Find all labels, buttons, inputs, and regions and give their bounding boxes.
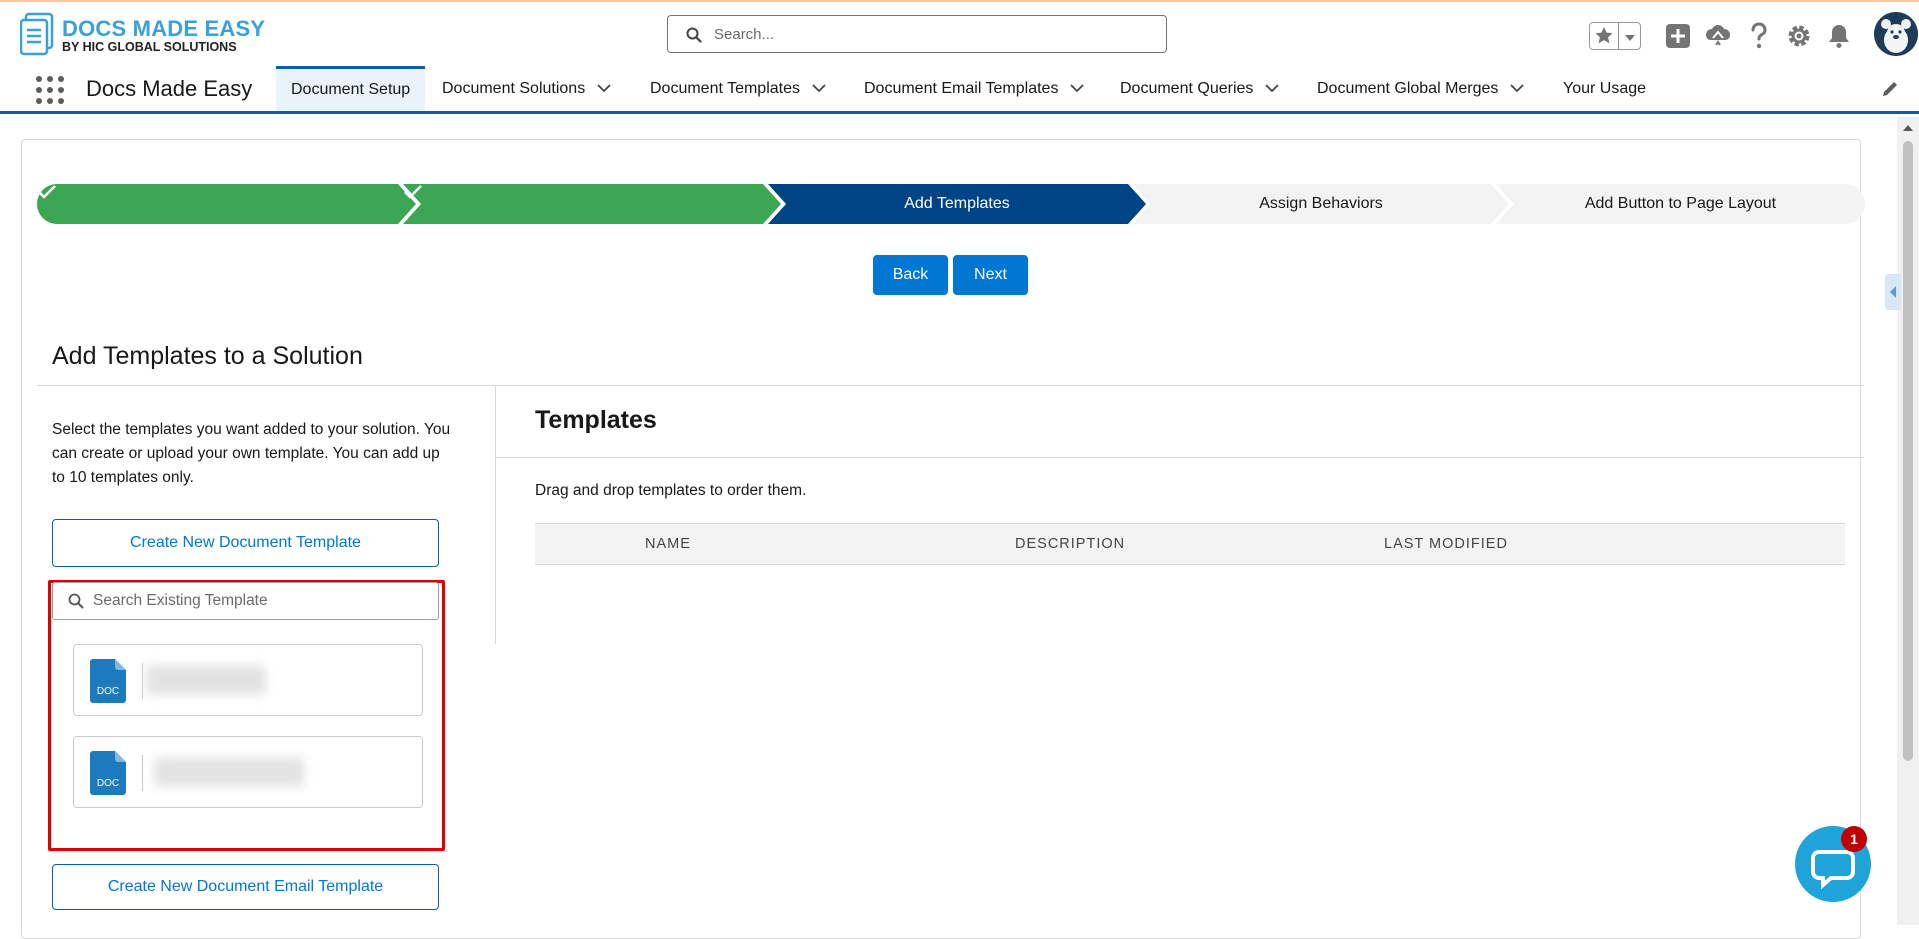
existing-template-item[interactable]: DOC: [73, 644, 423, 716]
templates-table-header: NAME DESCRIPTION LAST MODIFIED: [535, 523, 1845, 565]
tab-your-usage[interactable]: Your Usage: [1563, 66, 1646, 111]
favorites-dropdown-icon[interactable]: [1623, 33, 1637, 43]
chevron-down-icon[interactable]: [597, 84, 611, 93]
path-step-2[interactable]: [403, 184, 781, 224]
existing-template-search-input[interactable]: [93, 590, 423, 612]
tab-label: Your Usage: [1563, 79, 1647, 97]
existing-template-search[interactable]: [52, 582, 439, 620]
path-step-1[interactable]: [37, 184, 417, 224]
path-step-label: Assign Behaviors: [1259, 195, 1383, 212]
tab-document-solutions[interactable]: Document Solutions: [442, 66, 611, 111]
notifications-bell-icon[interactable]: [1825, 22, 1853, 50]
chevron-down-icon[interactable]: [1265, 84, 1280, 93]
global-header: DOCS MADE EASY BY HIC GLOBAL SOLUTIONS: [0, 2, 1919, 66]
tab-label: Document Queries: [1120, 79, 1254, 97]
check-icon: [38, 185, 56, 199]
tab-label: Document Solutions: [442, 79, 586, 97]
next-button[interactable]: Next: [953, 255, 1028, 295]
logo-subtitle: BY HIC GLOBAL SOLUTIONS: [62, 40, 237, 54]
docs-made-easy-logo[interactable]: DOCS MADE EASY BY HIC GLOBAL SOLUTIONS: [20, 12, 265, 58]
edit-nav-pencil-icon[interactable]: [1881, 80, 1899, 98]
setup-gear-icon[interactable]: [1785, 22, 1813, 50]
search-icon: [68, 593, 84, 609]
doc-file-icon: DOC: [90, 751, 126, 795]
column-header-last-modified[interactable]: LAST MODIFIED: [1384, 536, 1508, 552]
item-separator: [142, 755, 143, 791]
page-scrollbar[interactable]: [1897, 117, 1919, 925]
chevron-down-icon[interactable]: [1510, 84, 1525, 93]
section-description: Select the templates you want added to y…: [52, 421, 451, 486]
global-search-input[interactable]: [714, 22, 1144, 46]
logo-title: DOCS MADE EASY: [62, 16, 266, 41]
utility-panel-tab[interactable]: [1885, 274, 1901, 310]
doc-icon-label: DOC: [97, 778, 119, 789]
path-step-label: Add Templates: [904, 195, 1010, 212]
chevron-left-icon: [1890, 286, 1896, 298]
templates-panel-title: Templates: [535, 406, 657, 434]
doc-icon-label: DOC: [97, 686, 119, 697]
app-launcher-icon[interactable]: [36, 76, 64, 104]
path-step-5[interactable]: Add Button to Page Layout: [1496, 184, 1865, 224]
search-icon: [686, 27, 702, 43]
tab-document-templates[interactable]: Document Templates: [650, 66, 826, 111]
tab-document-email-templates[interactable]: Document Email Templates: [864, 66, 1085, 111]
check-icon: [404, 185, 422, 199]
redacted-template-name: [146, 665, 266, 695]
page-title: Add Templates to a Solution: [52, 342, 363, 370]
existing-template-item[interactable]: DOC: [73, 736, 423, 808]
templates-hint: Drag and drop templates to order them.: [535, 482, 807, 499]
redacted-template-name: [154, 757, 304, 787]
tab-label: Document Setup: [291, 81, 411, 98]
app-navigation-bar: Docs Made Easy Document Setup Document S…: [0, 66, 1919, 114]
scrollbar-thumb[interactable]: [1903, 141, 1913, 761]
tab-document-global-merges[interactable]: Document Global Merges: [1317, 66, 1525, 111]
templates-divider: [496, 457, 1864, 458]
favorites-star-icon: [1595, 27, 1613, 44]
back-button[interactable]: Back: [873, 255, 948, 295]
scroll-up-icon[interactable]: [1897, 121, 1919, 135]
chevron-down-icon[interactable]: [812, 84, 826, 93]
tab-label: Document Email Templates: [864, 79, 1059, 97]
app-name: Docs Made Easy: [86, 76, 253, 101]
chevron-down-icon[interactable]: [1070, 84, 1085, 93]
header-utility-icons: [1539, 12, 1919, 56]
chat-notification-badge: 1: [1841, 826, 1867, 852]
tab-document-setup[interactable]: Document Setup: [276, 66, 426, 111]
doc-file-icon: DOC: [90, 659, 126, 703]
path-step-label: Add Button to Page Layout: [1584, 195, 1777, 212]
create-new-document-template-button[interactable]: Create New Document Template: [52, 519, 439, 567]
user-avatar[interactable]: [1874, 12, 1918, 56]
tab-label: Document Global Merges: [1317, 79, 1499, 97]
trailhead-icon[interactable]: [1704, 22, 1732, 50]
column-header-name[interactable]: NAME: [645, 536, 691, 552]
logo-document-icon: [20, 12, 54, 56]
create-new-document-email-template-button[interactable]: Create New Document Email Template: [52, 864, 439, 910]
tab-document-queries[interactable]: Document Queries: [1120, 66, 1280, 111]
tab-label: Document Templates: [650, 79, 800, 97]
column-header-description[interactable]: DESCRIPTION: [1015, 536, 1125, 552]
item-separator: [142, 663, 143, 699]
section-divider: [37, 385, 1864, 386]
path-step-3[interactable]: Add Templates: [768, 184, 1146, 224]
add-icon[interactable]: [1664, 22, 1692, 50]
favorites-button[interactable]: [1589, 22, 1641, 50]
path-step-4[interactable]: Assign Behaviors: [1133, 184, 1509, 224]
setup-progress-path: Add Templates Assign Behaviors Add Butto…: [37, 184, 1865, 224]
column-divider: [495, 386, 496, 644]
help-icon[interactable]: [1745, 22, 1773, 50]
global-search[interactable]: [667, 15, 1167, 53]
